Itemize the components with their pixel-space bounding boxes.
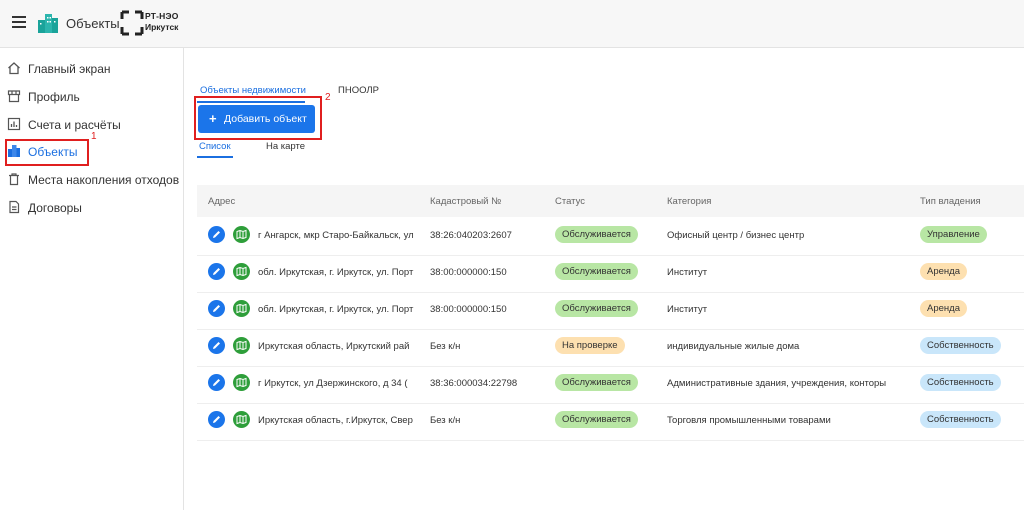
logo-text-line1: РТ-НЭО: [145, 11, 179, 21]
map-icon[interactable]: [233, 337, 250, 354]
status-badge: Обслуживается: [555, 411, 638, 428]
cell-address: г Ангарск, мкр Старо-Байкальск, ул: [258, 230, 414, 241]
sidebar-item-contracts[interactable]: Договоры: [0, 195, 183, 221]
table-row[interactable]: обл. Иркутская, г. Иркутск, ул. Порт 38:0…: [197, 292, 1024, 330]
home-icon: [8, 62, 20, 75]
table-row[interactable]: Иркутская область, Иркутский рай Без к/н Н…: [197, 329, 1024, 367]
ownership-badge: Собственность: [920, 374, 1001, 391]
map-icon[interactable]: [233, 411, 250, 428]
column-header-category[interactable]: Категория: [667, 196, 711, 207]
edit-icon[interactable]: [208, 263, 225, 280]
status-badge: Обслуживается: [555, 263, 638, 280]
app-header: Объекты РТ-НЭО Иркутск: [0, 0, 1024, 48]
cell-address: Иркутская область, Иркутский рай: [258, 341, 410, 352]
highlight-box-1: [5, 139, 89, 166]
sidebar-item-label: Главный экран: [28, 62, 111, 76]
column-header-address[interactable]: Адрес: [208, 196, 235, 207]
ownership-badge: Собственность: [920, 337, 1001, 354]
annotation-number-2: 2: [325, 92, 331, 103]
sidebar-item-label: Места накопления отходов: [28, 173, 180, 187]
sidebar-item-label: Профиль: [28, 90, 80, 104]
table-row[interactable]: г Иркутск, ул Дзержинского, д 34 ( 38:36:…: [197, 366, 1024, 404]
edit-icon[interactable]: [208, 337, 225, 354]
ownership-badge: Аренда: [920, 300, 967, 317]
cell-cadastral: 38:26:040203:2607: [430, 230, 512, 241]
highlight-box-2: [194, 96, 322, 140]
chart-icon: [7, 117, 21, 131]
edit-icon[interactable]: [208, 300, 225, 317]
cell-address: обл. Иркутская, г. Иркутск, ул. Порт: [258, 267, 414, 278]
buildings-icon: [38, 14, 58, 33]
edit-icon[interactable]: [208, 411, 225, 428]
map-icon[interactable]: [233, 226, 250, 243]
cell-address: Иркутская область, г.Иркутск, Свер: [258, 415, 413, 426]
status-badge: Обслуживается: [555, 226, 638, 243]
cell-category: Институт: [667, 304, 708, 315]
ownership-badge: Собственность: [920, 411, 1001, 428]
cell-category: Офисный центр / бизнес центр: [667, 230, 805, 241]
ownership-badge: Управление: [920, 226, 987, 243]
rt-neo-logo: [120, 10, 144, 36]
status-badge: На проверке: [555, 337, 625, 354]
tab-pnoolr[interactable]: ПНООЛР: [338, 85, 379, 96]
edit-icon[interactable]: [208, 374, 225, 391]
table-row[interactable]: обл. Иркутская, г. Иркутск, ул. Порт 38:0…: [197, 255, 1024, 293]
ownership-badge: Аренда: [920, 263, 967, 280]
trash-icon: [9, 173, 19, 186]
logo-text-line2: Иркутск: [145, 22, 179, 32]
table-row[interactable]: Иркутская область, г.Иркутск, Свер Без к/…: [197, 403, 1024, 441]
status-badge: Обслуживается: [555, 300, 638, 317]
column-header-status[interactable]: Статус: [555, 196, 585, 207]
cell-cadastral: 38:00:000000:150: [430, 267, 507, 278]
cell-address: обл. Иркутская, г. Иркутск, ул. Порт: [258, 304, 414, 315]
app-title: Объекты: [66, 16, 120, 31]
sidebar-item-label: Договоры: [28, 201, 82, 215]
map-icon[interactable]: [233, 300, 250, 317]
cell-address: г Иркутск, ул Дзержинского, д 34 (: [258, 378, 408, 389]
sidebar-item-waste-sites[interactable]: Места накопления отходов: [0, 167, 183, 193]
cell-cadastral: 38:36:000034:22798: [430, 378, 518, 389]
cell-category: Административные здания, учреждения, кон…: [667, 378, 887, 389]
cell-category: индивидуальные жилые дома: [667, 341, 800, 352]
map-icon[interactable]: [233, 374, 250, 391]
sidebar-item-label: Счета и расчёты: [28, 118, 121, 132]
map-icon[interactable]: [233, 263, 250, 280]
column-header-cadastral[interactable]: Кадастровый №: [430, 196, 501, 207]
sidebar-item-home[interactable]: Главный экран: [0, 56, 183, 82]
table-row[interactable]: г Ангарск, мкр Старо-Байкальск, ул 38:26:…: [197, 218, 1024, 256]
hamburger-menu-icon[interactable]: [12, 16, 26, 28]
tab-real-estate[interactable]: Объекты недвижимости: [200, 85, 306, 96]
cell-category: Институт: [667, 267, 708, 278]
document-icon: [9, 200, 20, 214]
table-header: Адрес Кадастровый № Статус Категория Тип…: [197, 185, 1024, 217]
sidebar: Главный экран Профиль Счета и расчёты Об…: [0, 48, 184, 510]
column-header-ownership[interactable]: Тип владения: [920, 196, 981, 207]
cell-cadastral: 38:00:000000:150: [430, 304, 507, 315]
edit-icon[interactable]: [208, 226, 225, 243]
tab-map[interactable]: На карте: [266, 141, 305, 152]
sub-tab-underline: [197, 156, 233, 158]
cell-cadastral: Без к/н: [430, 415, 461, 426]
annotation-number-1: 1: [91, 131, 97, 142]
cell-cadastral: Без к/н: [430, 341, 461, 352]
store-icon: [7, 90, 21, 103]
cell-category: Торговля промышленными товарами: [667, 415, 831, 426]
status-badge: Обслуживается: [555, 374, 638, 391]
tab-list[interactable]: Список: [199, 141, 231, 152]
sidebar-item-profile[interactable]: Профиль: [0, 84, 183, 110]
